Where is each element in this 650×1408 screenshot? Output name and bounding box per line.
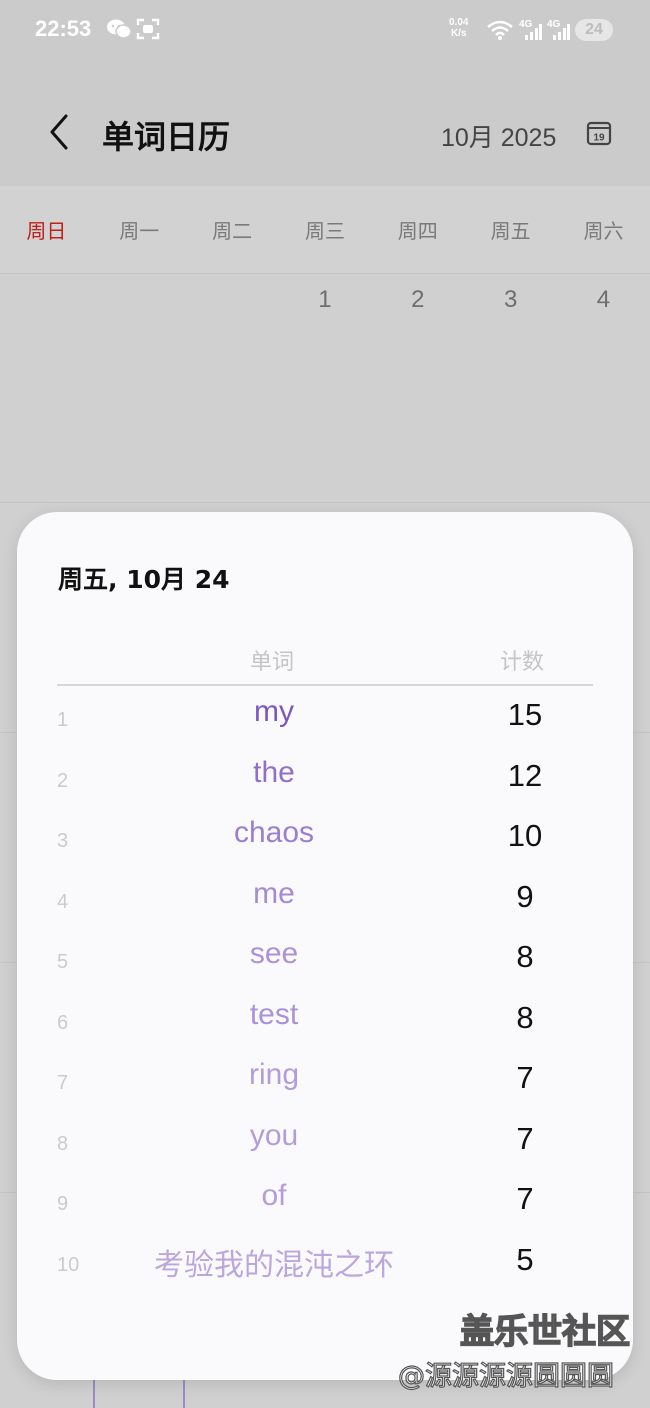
back-arrow-icon[interactable] bbox=[44, 112, 74, 152]
weekday-friday: 周五 bbox=[490, 219, 531, 243]
column-header-count: 计数 bbox=[500, 650, 545, 675]
column-header-word: 单词 bbox=[250, 650, 295, 675]
network-speed-unit: K/s bbox=[450, 28, 467, 39]
word-count: 5 bbox=[516, 1241, 534, 1277]
word-rank: 9 bbox=[57, 1193, 69, 1215]
word-text: me bbox=[253, 876, 295, 910]
word-text: my bbox=[254, 695, 294, 728]
word-text: the bbox=[253, 755, 295, 789]
word-row: 6 test 8 bbox=[17, 990, 633, 1050]
word-text: of bbox=[261, 1179, 287, 1212]
calendar-icon[interactable]: 19 bbox=[586, 120, 612, 146]
word-row: 4 me 9 bbox=[17, 869, 633, 929]
watermark-author: @源源源源圆圆圆 bbox=[397, 1360, 614, 1392]
word-count-dialog: 周五, 10月 24 单词 计数 1 my 15 2 the 12 3 chaos 10 4 me 9… bbox=[17, 512, 633, 1380]
calendar-day-cell[interactable]: 4 bbox=[557, 274, 650, 314]
weekday-wednesday: 周三 bbox=[304, 219, 345, 243]
word-row: 5 see 8 bbox=[17, 929, 633, 989]
word-rank: 6 bbox=[57, 1011, 69, 1034]
weekday-header-row: 周日 周一 周二 周三 周四 周五 周六 bbox=[0, 186, 650, 274]
word-row: 7 ring 7 bbox=[17, 1050, 633, 1110]
calendar-day-cell bbox=[93, 274, 186, 314]
word-text: you bbox=[249, 1118, 299, 1152]
calendar-week-row: 1 2 3 4 bbox=[0, 274, 650, 314]
wifi-icon bbox=[487, 20, 513, 45]
weekday-saturday: 周六 bbox=[583, 219, 624, 243]
word-row: 9 of 7 bbox=[17, 1171, 633, 1231]
word-text: 考验我的混沌之环 bbox=[154, 1248, 394, 1282]
word-count: 8 bbox=[516, 939, 534, 974]
signal-bars-icon bbox=[524, 24, 542, 45]
word-rank: 1 bbox=[57, 709, 69, 731]
weekday-monday: 周一 bbox=[119, 219, 160, 243]
weekday-sunday: 周日 bbox=[26, 219, 67, 243]
header-divider bbox=[57, 684, 593, 686]
word-count: 12 bbox=[507, 757, 543, 793]
network-speed: 0.04 K/s bbox=[449, 17, 468, 39]
battery-indicator: 24 bbox=[575, 19, 613, 41]
word-rank: 7 bbox=[57, 1072, 69, 1094]
word-text: ring bbox=[248, 1058, 300, 1091]
status-time: 22:53 bbox=[35, 16, 92, 41]
calendar-day-cell bbox=[0, 274, 93, 314]
word-count: 9 bbox=[516, 878, 534, 914]
page-title: 单词日历 bbox=[102, 118, 231, 156]
word-text: chaos bbox=[233, 816, 315, 849]
wechat-icon bbox=[106, 18, 132, 45]
word-rank: 4 bbox=[57, 890, 69, 913]
calendar-day-cell bbox=[186, 274, 279, 314]
word-row: 10 考验我的混沌之环 5 bbox=[17, 1232, 633, 1292]
signal-bars-icon bbox=[552, 24, 570, 45]
watermark-title: 盖乐世社区 bbox=[459, 1311, 631, 1353]
calendar-day-cell[interactable]: 3 bbox=[464, 274, 557, 314]
calendar-day-cell[interactable]: 1 bbox=[279, 274, 372, 314]
word-rank: 5 bbox=[57, 951, 69, 973]
weekday-tuesday: 周二 bbox=[212, 219, 253, 243]
calendar-day-cell[interactable]: 2 bbox=[371, 274, 464, 314]
word-text: test bbox=[249, 997, 299, 1031]
word-text: see bbox=[249, 937, 299, 970]
word-count: 7 bbox=[516, 1060, 534, 1095]
week-divider bbox=[0, 502, 650, 503]
word-count: 8 bbox=[516, 999, 534, 1035]
word-row: 8 you 7 bbox=[17, 1111, 633, 1171]
dialog-date-title: 周五, 10月 24 bbox=[58, 565, 230, 594]
screenshot-icon bbox=[136, 18, 160, 45]
word-rank: 2 bbox=[57, 769, 69, 792]
status-bar: 22:53 0.04 K/s 4G 4G 24 bbox=[0, 0, 650, 62]
word-count: 7 bbox=[516, 1181, 534, 1216]
network-speed-value: 0.04 bbox=[449, 17, 469, 28]
calendar-icon-day: 19 bbox=[593, 133, 605, 144]
word-row: 2 the 12 bbox=[17, 748, 633, 808]
word-row: 1 my 15 bbox=[17, 687, 633, 747]
word-rank: 3 bbox=[57, 830, 69, 852]
word-count: 15 bbox=[507, 697, 543, 732]
word-row: 3 chaos 10 bbox=[17, 808, 633, 868]
word-rank: 8 bbox=[57, 1132, 69, 1155]
app-header: 单词日历 10月 2025 19 bbox=[0, 62, 650, 186]
word-count: 10 bbox=[507, 818, 543, 853]
word-count: 7 bbox=[516, 1120, 534, 1156]
weekday-thursday: 周四 bbox=[397, 219, 438, 243]
month-selector[interactable]: 10月 2025 bbox=[441, 118, 556, 154]
